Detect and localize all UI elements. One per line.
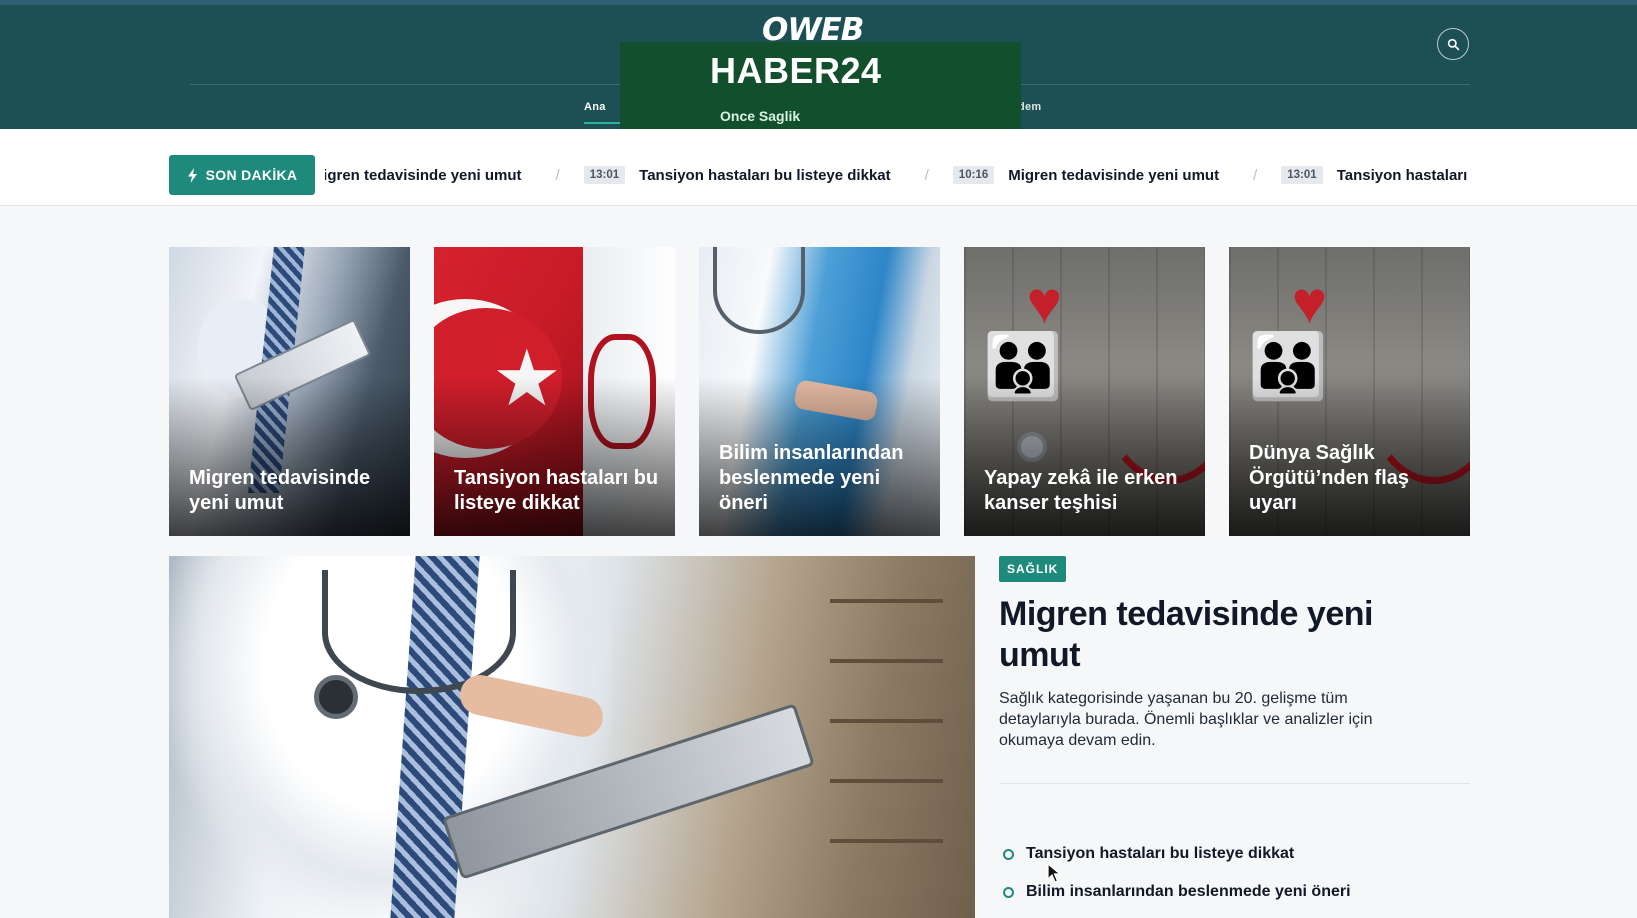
breaking-news-label-text: SON DAKİKA: [205, 167, 298, 183]
brand-title: HABER24: [710, 50, 882, 91]
headline-card[interactable]: ♥👪 Yapay zekâ ile erken kanser teşhisi: [964, 247, 1205, 536]
related-list: Tansiyon hastaları bu listeye dikkat Bil…: [999, 835, 1470, 911]
mouse-cursor-icon: [1047, 863, 1061, 883]
circle-bullet-icon: [1003, 848, 1014, 860]
ticker-separator: /: [924, 166, 929, 184]
headline-card[interactable]: Bilim insanlarından beslenmede yeni öner…: [699, 247, 940, 536]
brand-overlay: HABER24 Once Saglik: [620, 42, 1021, 130]
news-ticker: ligren tedavisinde yeni umut / 13:01 Tan…: [325, 155, 1470, 195]
related-item[interactable]: Bilim insanlarından beslenmede yeni öner…: [999, 873, 1470, 911]
nav-item-partial[interactable]: dem: [1018, 101, 1042, 113]
feature-image[interactable]: [169, 556, 975, 918]
card-title: Dünya Sağlık Örgütü’nden flaş uyarı: [1249, 442, 1409, 514]
ticker-item[interactable]: ligren tedavisinde yeni umut: [325, 167, 522, 184]
ticker-item[interactable]: 13:01 Tansiyon hastaları bu listeye dikk…: [583, 166, 891, 184]
ticker-item[interactable]: 13:01 Tansiyon hastaları: [1281, 166, 1467, 184]
related-item[interactable]: Tansiyon hastaları bu listeye dikkat: [999, 835, 1470, 873]
card-title: Migren tedavisinde yeni umut: [189, 467, 371, 514]
ticker-text: ligren tedavisinde yeni umut: [325, 166, 522, 184]
ticker-time: 13:01: [1281, 166, 1323, 184]
related-item-text: Bilim insanlarından beslenmede yeni öner…: [1026, 883, 1351, 900]
circle-bullet-icon: [1003, 886, 1014, 898]
headline-card[interactable]: ★ Tansiyon hastaları bu listeye dikkat: [434, 247, 675, 536]
breaking-news-bar: SON DAKİKA ligren tedavisinde yeni umut …: [0, 129, 1637, 206]
brand-subtitle: Once Saglik: [720, 108, 801, 124]
ticker-text: Tansiyon hastaları: [1336, 166, 1468, 184]
ticker-separator: /: [1253, 166, 1258, 184]
feature-title[interactable]: Migren tedavisinde yeni umut: [999, 594, 1439, 676]
divider: [999, 783, 1470, 784]
ticker-text: Migren tedavisinde yeni umut: [1008, 166, 1220, 184]
ticker-time: 10:16: [952, 166, 995, 184]
headline-cards: Migren tedavisinde yeni umut ★ Tansiyon …: [169, 247, 1470, 536]
ticker-time: 13:01: [583, 166, 626, 184]
nav-item-home[interactable]: Ana: [584, 101, 620, 124]
related-item-text: Tansiyon hastaları bu listeye dikkat: [1026, 845, 1295, 862]
ticker-item[interactable]: 10:16 Migren tedavisinde yeni umut: [952, 166, 1220, 184]
bolt-icon: [187, 167, 197, 183]
search-icon: [1447, 38, 1459, 50]
card-title: Yapay zekâ ile erken kanser teşhisi: [984, 467, 1178, 514]
headline-card[interactable]: Migren tedavisinde yeni umut: [169, 247, 410, 536]
headline-card[interactable]: ♥👪 Dünya Sağlık Örgütü’nden flaş uyarı: [1229, 247, 1470, 536]
category-badge[interactable]: SAĞLIK: [999, 556, 1067, 582]
ticker-separator: /: [555, 166, 560, 184]
breaking-news-label[interactable]: SON DAKİKA: [169, 155, 315, 195]
search-button[interactable]: [1437, 28, 1469, 60]
ticker-text: Tansiyon hastaları bu listeye dikkat: [639, 166, 891, 184]
card-title: Bilim insanlarından beslenmede yeni öner…: [719, 442, 904, 514]
feature-description: Sağlık kategorisinde yaşanan bu 20. geli…: [999, 690, 1373, 749]
card-title: Tansiyon hastaları bu listeye dikkat: [454, 467, 659, 514]
